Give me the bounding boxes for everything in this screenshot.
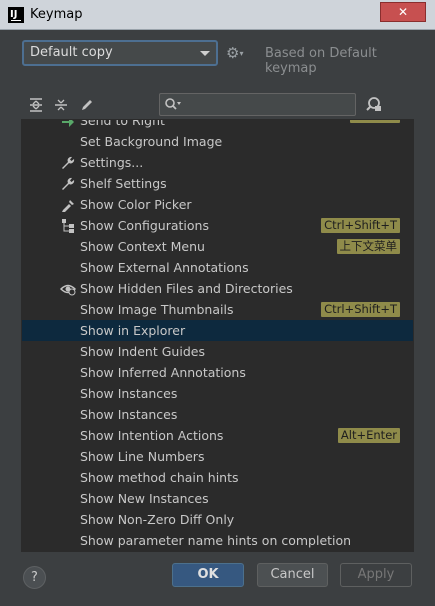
intellij-app-icon: IJ bbox=[8, 7, 24, 23]
tree-row-label: Show Inferred Annotations bbox=[80, 365, 246, 380]
tree-row[interactable]: Show New Instances bbox=[22, 488, 413, 509]
tree-row-label: Set Background Image bbox=[80, 134, 223, 149]
green-arrow-icon bbox=[60, 120, 76, 128]
shortcut-badge: Ctrl+F2 bbox=[349, 120, 400, 123]
tree-row-label: Settings... bbox=[80, 155, 144, 170]
tree-row-label: Shelf Settings bbox=[80, 176, 167, 191]
tree-row-label: Show Indent Guides bbox=[80, 344, 205, 359]
tree-row[interactable]: Show Image Thumbnails Ctrl+Shift+T bbox=[22, 299, 413, 320]
tree-row-label: Show Hidden Files and Directories bbox=[80, 281, 293, 296]
tree-row-label: Show Context Menu bbox=[80, 239, 205, 254]
tree-row-label: Send to Right bbox=[80, 119, 165, 128]
ok-button[interactable]: OK bbox=[172, 563, 244, 587]
tree-row-label: Show in Explorer bbox=[80, 323, 186, 338]
tree-row[interactable]: Show Non-Zero Diff Only bbox=[22, 509, 413, 530]
keymap-dialog: Default copy ⚙▾ Based on Default keymap bbox=[8, 30, 427, 598]
color-picker-icon bbox=[60, 197, 76, 212]
shortcut-badge: Alt+Enter bbox=[337, 428, 400, 443]
edit-pencil-icon[interactable] bbox=[78, 96, 96, 114]
tree-row-label: Show Image Thumbnails bbox=[80, 302, 234, 317]
shortcut-badge: Ctrl+Shift+T bbox=[321, 302, 400, 317]
chevron-down-icon bbox=[200, 51, 210, 56]
shortcut-badge: 上下文菜单 bbox=[336, 239, 400, 254]
tree-row[interactable]: Settings... bbox=[22, 152, 413, 173]
tree-row-label: Show method chain hints bbox=[80, 470, 239, 485]
keymap-action-tree[interactable]: Send to Right Ctrl+F2 Set Background Image… bbox=[21, 119, 414, 552]
tree-row[interactable]: Show in Explorer bbox=[22, 320, 413, 341]
tree-configurations-icon bbox=[60, 218, 76, 233]
tree-row[interactable]: Show method chain hints bbox=[22, 467, 413, 488]
tree-row-label: Show parameter name hints on completion bbox=[80, 533, 352, 548]
tree-row[interactable]: Show Intention Actions Alt+Enter bbox=[22, 425, 413, 446]
help-button[interactable]: ? bbox=[23, 566, 46, 589]
tree-row[interactable]: Shelf Settings bbox=[22, 173, 413, 194]
tree-row-label: Show Intention Actions bbox=[80, 428, 224, 443]
tree-row-label: Show Instances bbox=[80, 407, 178, 422]
eye-icon bbox=[59, 281, 77, 296]
keymap-dropdown[interactable]: Default copy bbox=[22, 40, 218, 66]
cancel-button[interactable]: Cancel bbox=[257, 563, 328, 587]
wrench-icon bbox=[60, 155, 76, 170]
window-title: Keymap bbox=[30, 7, 83, 22]
tree-row-label: Show New Instances bbox=[80, 491, 209, 506]
tree-row-label: Show Color Picker bbox=[80, 197, 192, 212]
tree-row-label: Show Non-Zero Diff Only bbox=[80, 512, 235, 527]
keymap-dropdown-value: Default copy bbox=[30, 45, 113, 60]
shortcut-badge: Ctrl+Shift+T bbox=[321, 218, 400, 233]
tree-row[interactable]: Send to Right Ctrl+F2 bbox=[22, 119, 413, 131]
find-by-shortcut-icon[interactable] bbox=[365, 95, 383, 113]
tree-row[interactable]: Show Context Menu 上下文菜单 bbox=[22, 236, 413, 257]
tree-row[interactable]: Show Instances bbox=[22, 383, 413, 404]
tree-row[interactable]: Show Line Numbers bbox=[22, 446, 413, 467]
tree-row-label: Show Instances bbox=[80, 386, 178, 401]
tree-row[interactable]: Show Configurations Ctrl+Shift+T bbox=[22, 215, 413, 236]
based-on-label: Based on Default keymap bbox=[265, 46, 377, 76]
tree-row[interactable]: Show Instances bbox=[22, 404, 413, 425]
search-icon[interactable] bbox=[164, 97, 182, 113]
tree-row-label: Show Line Numbers bbox=[80, 449, 205, 464]
tree-row[interactable]: Show Inferred Annotations bbox=[22, 362, 413, 383]
close-button[interactable]: ✕ bbox=[380, 2, 426, 22]
expand-all-icon[interactable] bbox=[27, 96, 45, 114]
tree-row-label: Show External Annotations bbox=[80, 260, 249, 275]
gear-icon[interactable]: ⚙▾ bbox=[226, 43, 250, 63]
apply-button[interactable]: Apply bbox=[340, 563, 412, 587]
search-input[interactable] bbox=[159, 93, 356, 116]
tree-row[interactable]: Show External Annotations bbox=[22, 257, 413, 278]
tree-row[interactable]: Show Color Picker bbox=[22, 194, 413, 215]
tree-rows: Send to Right Ctrl+F2 Set Background Image… bbox=[22, 119, 413, 551]
tree-row[interactable]: Show parameter name hints on completion bbox=[22, 530, 413, 551]
title-bar: IJ Keymap ✕ bbox=[0, 0, 435, 30]
tree-row[interactable]: Set Background Image bbox=[22, 131, 413, 152]
tree-row[interactable]: Show Hidden Files and Directories bbox=[22, 278, 413, 299]
collapse-all-icon[interactable] bbox=[52, 96, 70, 114]
tree-row[interactable]: Show Indent Guides bbox=[22, 341, 413, 362]
tree-row-label: Show Configurations bbox=[80, 218, 209, 233]
wrench-icon bbox=[60, 176, 76, 191]
